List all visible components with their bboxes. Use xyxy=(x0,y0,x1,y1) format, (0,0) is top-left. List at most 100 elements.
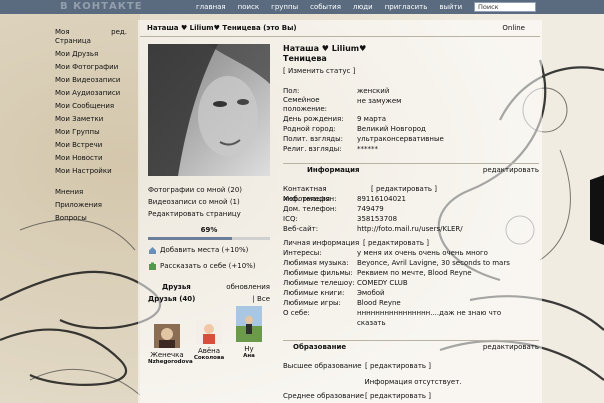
friends-all-link[interactable]: | Все xyxy=(252,293,270,305)
menu-item-news[interactable]: Мои Новости xyxy=(55,152,127,165)
tell-about-self-link[interactable]: Рассказать о себе (+10%) xyxy=(148,260,270,272)
info-value[interactable]: Эмобой xyxy=(357,288,385,298)
nav-groups[interactable]: группы xyxy=(271,3,298,11)
higher-edu-row: Высшее образование [ редактировать ] xyxy=(283,361,543,371)
higher-edu-title: Высшее образование xyxy=(283,362,362,370)
info-value[interactable]: 9 марта xyxy=(357,114,386,124)
info-value[interactable]: Beyonce, Avril Lavigne, 30 seconds to ma… xyxy=(357,258,510,268)
friend-avatar[interactable] xyxy=(154,324,180,348)
friend-card[interactable]: Женечка Nzhegorodova xyxy=(148,324,193,365)
photos-with-me-link[interactable]: Фотографии со мной (20) xyxy=(148,184,270,196)
friend-surname[interactable]: Соколова xyxy=(190,355,228,361)
info-row: Семейное положение: не замужем xyxy=(283,96,543,114)
info-value[interactable]: Blood Reyne xyxy=(357,298,401,308)
friend-name[interactable]: Женечка xyxy=(148,351,186,359)
info-key: Дом. телефон: xyxy=(283,205,337,213)
personal-edit-link[interactable]: [ редактировать ] xyxy=(363,238,429,248)
contact-edit-link[interactable]: [ редактировать ] xyxy=(371,184,437,194)
menu-item-friends[interactable]: Мои Друзья xyxy=(55,48,127,61)
nav-invite[interactable]: пригласить xyxy=(385,3,428,11)
info-value[interactable]: у меня их очень очень очень много xyxy=(357,248,488,258)
menu-item-my-page[interactable]: Моя Страница ред. xyxy=(55,28,127,48)
personal-header-row: Личная информация [ редактировать ] xyxy=(283,238,543,248)
info-value[interactable]: женский xyxy=(357,86,389,96)
school-icon xyxy=(148,262,157,271)
friend-name[interactable]: Ну xyxy=(230,345,268,353)
info-key: Моб. телефон: xyxy=(283,195,337,203)
info-value[interactable]: не замужем xyxy=(357,96,401,114)
friends-title: Друзья xyxy=(162,283,191,291)
nav-logout[interactable]: выйти xyxy=(439,3,462,11)
menu-item-opinions[interactable]: Мнения xyxy=(55,186,127,199)
secondary-edu-edit-link[interactable]: [ редактировать ] xyxy=(365,391,431,401)
info-key: О себе: xyxy=(283,309,310,317)
info-key: Любимые книги: xyxy=(283,289,345,297)
menu-item-apps[interactable]: Приложения xyxy=(55,199,127,212)
nav-home[interactable]: главная xyxy=(196,3,226,11)
friends-updates-link[interactable]: обновления xyxy=(226,281,270,293)
menu-item-photos[interactable]: Мои Фотографии xyxy=(55,61,127,74)
menu-item-notes[interactable]: Мои Заметки xyxy=(55,113,127,126)
friend-avatar[interactable] xyxy=(236,306,262,342)
no-info-row: Информация отсутствует. xyxy=(283,377,543,387)
friend-surname[interactable]: Nzhegorodova xyxy=(148,359,193,365)
info-row: Веб-сайт: http://foto.mail.ru/users/KLER/ xyxy=(283,224,543,234)
menu-item-messages[interactable]: Мои Сообщения xyxy=(55,100,127,113)
info-row: Любимые игры: Blood Reyne xyxy=(283,298,543,308)
menu-item-groups[interactable]: Мои Группы xyxy=(55,126,127,139)
info-value[interactable]: COMEDY CLUB xyxy=(357,278,408,288)
menu-item-questions[interactable]: Вопросы xyxy=(55,212,127,225)
info-key: Веб-сайт: xyxy=(283,225,319,233)
edit-page-link[interactable]: Редактировать страницу xyxy=(148,208,270,220)
tell-about-self-label: Рассказать о себе (+10%) xyxy=(160,262,256,270)
menu-item-events[interactable]: Мои Встречи xyxy=(55,139,127,152)
info-row: Дом. телефон: 749479 xyxy=(283,204,543,214)
education-edit-link[interactable]: редактировать xyxy=(483,343,539,351)
info-edit-link[interactable]: редактировать xyxy=(483,166,539,174)
search-input[interactable]: Поиск xyxy=(474,2,536,12)
menu-my-page-label[interactable]: Моя Страница xyxy=(55,28,99,48)
info-key: Любимые телешоу: xyxy=(283,279,355,287)
top-navigation-bar: В КОНТАКТЕ главная поиск группы события … xyxy=(0,0,604,14)
friends-count[interactable]: Друзья (40) xyxy=(148,293,195,305)
website-link[interactable]: http://foto.mail.ru/users/KLER/ xyxy=(357,224,463,234)
nav-people[interactable]: люди xyxy=(353,3,373,11)
info-value[interactable]: ****** xyxy=(357,144,378,154)
info-key xyxy=(283,318,357,328)
section-divider xyxy=(283,163,539,164)
nav-events[interactable]: события xyxy=(310,3,341,11)
info-row: ICQ: 358153708 xyxy=(283,214,543,224)
contact-info: Контактная информация [ редактировать ] … xyxy=(283,184,543,234)
higher-edu-edit-link[interactable]: [ редактировать ] xyxy=(365,361,431,371)
info-value[interactable]: Великий Новгород xyxy=(357,124,426,134)
secondary-edu-row: Среднее образование [ редактировать ] xyxy=(283,391,543,401)
info-row: Религ. взгляды: ****** xyxy=(283,144,543,154)
info-key: Любимая музыка: xyxy=(283,259,349,267)
house-icon xyxy=(148,246,157,255)
info-row: О себе: нннннннннннннннн....даж не знаю ч… xyxy=(283,308,543,318)
info-value[interactable]: ультраконсервативные xyxy=(357,134,444,144)
friend-avatar[interactable] xyxy=(196,320,222,344)
friend-surname[interactable]: Ана xyxy=(230,353,268,359)
menu-item-videos[interactable]: Мои Видеозаписи xyxy=(55,74,127,87)
menu-item-audio[interactable]: Мои Аудиозаписи xyxy=(55,87,127,100)
info-key: Интересы: xyxy=(283,249,322,257)
change-status-link[interactable]: [ Изменить статус ] xyxy=(283,67,543,75)
nav-search[interactable]: поиск xyxy=(238,3,260,11)
menu-edit-link[interactable]: ред. xyxy=(111,28,127,48)
education-info: Высшее образование [ редактировать ] Инф… xyxy=(283,361,543,401)
friend-card[interactable]: Ну Ана xyxy=(230,306,268,359)
info-value[interactable]: Реквием по мечте, Blood Reyne xyxy=(357,268,472,278)
friend-name[interactable]: Авёна xyxy=(190,347,228,355)
info-row: Любимая музыка: Beyonce, Avril Lavigne, 3… xyxy=(283,258,543,268)
info-key: Любимые игры: xyxy=(283,299,341,307)
menu-item-settings[interactable]: Мои Настройки xyxy=(55,165,127,178)
profile-completion-percent: 69% xyxy=(200,226,218,234)
site-logo[interactable]: В КОНТАКТЕ xyxy=(60,1,143,12)
add-places-link[interactable]: Добавить места (+10%) xyxy=(148,244,270,256)
profile-photo[interactable] xyxy=(148,44,270,176)
videos-with-me-link[interactable]: Видеозаписи со мной (1) xyxy=(148,196,270,208)
info-row: Полит. взгляды: ультраконсервативные xyxy=(283,134,543,144)
profile-name-block: Наташа ♥ Lilium♥ Теницева [ Изменить ста… xyxy=(283,44,543,75)
friend-card[interactable]: Авёна Соколова xyxy=(190,320,228,361)
